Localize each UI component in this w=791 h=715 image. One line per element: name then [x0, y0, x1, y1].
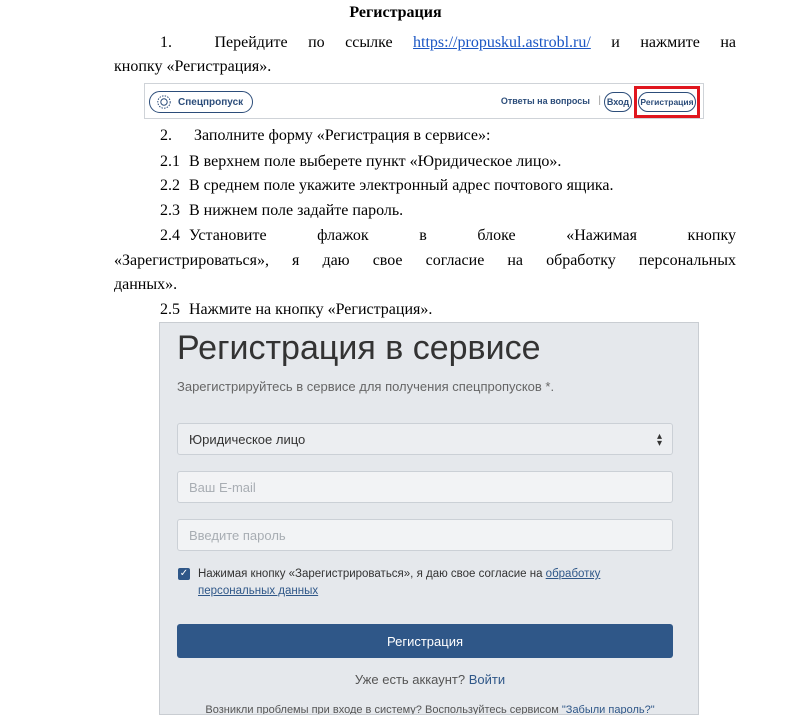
substep-2-4: 2.4 Установите флажок в блоке «Нажимая кн… — [160, 226, 736, 246]
entity-type-value: Юридическое лицо — [189, 431, 306, 447]
logo-button[interactable]: Спецпропуск — [149, 91, 253, 113]
step1-number: 1. — [160, 34, 172, 51]
email-field[interactable]: Ваш E-mail — [177, 471, 673, 503]
substep-2-4-continuation-1: «Зарегистрироваться», я даю свое согласи… — [114, 252, 736, 269]
login-link[interactable]: Войти — [469, 672, 505, 687]
step1-line: 1. Перейдите по ссылке https://propuskul… — [160, 33, 736, 53]
step1-text-a: Перейдите по ссылке — [214, 34, 393, 51]
password-field[interactable]: Введите пароль — [177, 519, 673, 551]
site-header-screenshot: Спецпропуск Ответы на вопросы | Вход Рег… — [144, 83, 704, 119]
step2-number: 2. — [160, 127, 172, 144]
trouble-text: Возникли проблемы при входе в систему? В… — [205, 704, 562, 715]
substep-2-5-number: 2.5 — [160, 301, 180, 318]
register-submit-button[interactable]: Регистрация — [177, 624, 673, 658]
login-button[interactable]: Вход — [604, 92, 632, 112]
substep-2-5: 2.5 Нажмите на кнопку «Регистрация». — [160, 300, 432, 320]
forgot-password-link[interactable]: "Забыли пароль?" — [562, 704, 655, 714]
form-subtitle: Зарегистрируйтесь в сервисе для получени… — [177, 379, 555, 394]
substep-2-4-text: Установите флажок в блоке «Нажимая кнопк… — [189, 227, 736, 244]
substep-2-3: 2.3 В нижнем поле задайте пароль. — [160, 201, 403, 221]
page-title: Регистрация — [349, 4, 442, 21]
substep-2-1-number: 2.1 — [160, 153, 180, 170]
step1-text-b: и нажмите на — [611, 34, 736, 51]
substep-2-3-number: 2.3 — [160, 202, 180, 219]
substep-2-5-text: Нажмите на кнопку «Регистрация». — [189, 301, 433, 318]
register-button[interactable]: Регистрация — [638, 92, 696, 112]
check-icon: ✓ — [179, 568, 189, 579]
substep-2-1-text: В верхнем поле выберете пункт «Юридическ… — [189, 153, 562, 170]
step2-text: Заполните форму «Регистрация в сервисе»: — [194, 127, 491, 144]
form-title: Регистрация в сервисе — [177, 329, 541, 367]
step2-line: 2. Заполните форму «Регистрация в сервисе… — [160, 126, 490, 146]
document-page: Регистрация 1. Перейдите по ссылке https… — [0, 0, 791, 715]
consent-checkbox[interactable]: ✓ — [178, 568, 190, 580]
substep-2-2-text: В среднем поле укажите электронный адрес… — [189, 177, 614, 194]
gear-badge-icon — [157, 95, 171, 109]
logo-label: Спецпропуск — [178, 96, 244, 108]
consent-label: Нажимая кнопку «Зарегистрироваться», я д… — [198, 566, 658, 600]
faq-link[interactable]: Ответы на вопросы — [501, 96, 590, 106]
substep-2-4-number: 2.4 — [160, 227, 180, 244]
register-highlight-frame: Регистрация — [634, 86, 700, 118]
entity-type-select[interactable]: Юридическое лицо ▴ ▾ — [177, 423, 673, 455]
have-account-line: Уже есть аккаунт? Войти — [160, 672, 698, 687]
trouble-line: Возникли проблемы при входе в систему? В… — [160, 704, 698, 715]
substep-2-2-number: 2.2 — [160, 177, 180, 194]
sort-arrows-icon: ▴ ▾ — [656, 431, 662, 449]
substep-2-3-text: В нижнем поле задайте пароль. — [189, 202, 404, 219]
step1-continuation: кнопку «Регистрация». — [114, 58, 272, 75]
have-account-text: Уже есть аккаунт? — [354, 672, 466, 687]
consent-text: Нажимая кнопку «Зарегистрироваться», я д… — [198, 568, 546, 580]
step1-link[interactable]: https://propuskul.astrobl.ru/ — [413, 34, 591, 51]
substep-2-2: 2.2 В среднем поле укажите электронный ад… — [160, 176, 614, 196]
substep-2-1: 2.1 В верхнем поле выберете пункт «Юридич… — [160, 152, 561, 172]
registration-form-screenshot: Регистрация в сервисе Зарегистрируйтесь … — [159, 322, 699, 715]
header-separator: | — [598, 95, 601, 106]
substep-2-4-continuation-2: данных». — [114, 276, 178, 293]
